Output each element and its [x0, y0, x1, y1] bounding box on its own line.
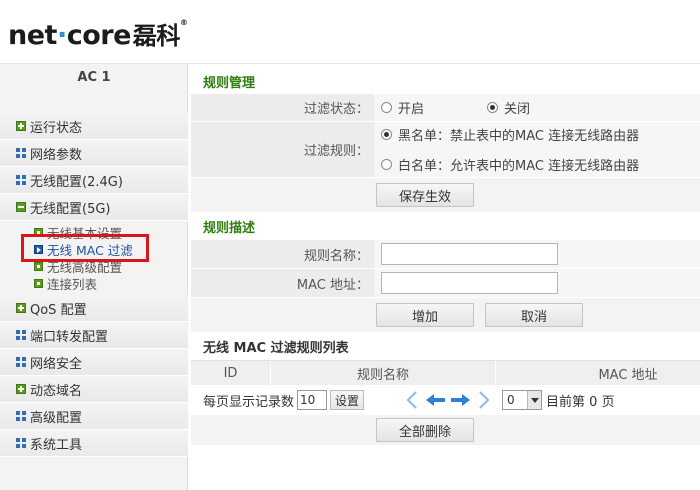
bullet-icon	[34, 279, 43, 288]
sidebar-subitem-mac-filter[interactable]: 无线 MAC 过滤	[0, 241, 188, 258]
netcore-logo: net·core磊科®	[8, 18, 188, 51]
rule-name-input[interactable]	[381, 243, 558, 265]
column-header-id: ID	[191, 361, 271, 385]
plus-icon	[16, 384, 26, 394]
sidebar-nav: 运行状态 网络参数 无线配置(2.4G) 无线配置(5G) 无线基本设置 无线 …	[0, 113, 188, 457]
filter-status-options: 开启 关闭	[374, 94, 700, 121]
save-apply-button[interactable]: 保存生效	[376, 183, 474, 207]
header: net·core磊科®	[0, 0, 700, 64]
sidebar-item-label: 无线配置(2.4G)	[30, 174, 123, 190]
sidebar-subitem-wireless-basic[interactable]: 无线基本设置	[0, 224, 188, 241]
column-header-rule-name: 规则名称	[271, 361, 496, 385]
save-button-row: 保存生效	[191, 178, 700, 212]
rule-name-row: 规则名称：	[191, 240, 700, 269]
sidebar-item-label: 端口转发配置	[30, 329, 109, 345]
bullet-icon	[34, 228, 43, 237]
filter-rule-row: 过滤规则： 黑名单：禁止表中的MAC 连接无线路由器 白名单：允许表中的MAC …	[191, 122, 700, 178]
sidebar-item-advanced[interactable]: 高级配置	[0, 403, 188, 430]
section-title-rule-desc: 规则描述	[191, 212, 700, 240]
rule-name-cell	[374, 240, 700, 268]
minus-icon	[16, 202, 26, 212]
mac-address-input[interactable]	[381, 272, 558, 294]
bullet-icon	[34, 262, 43, 271]
sidebar-item-security[interactable]: 网络安全	[0, 349, 188, 376]
column-header-mac: MAC 地址	[598, 367, 658, 383]
section-title-rules-mgmt: 规则管理	[191, 68, 700, 94]
sidebar-item-label: 无线配置(5G)	[30, 201, 111, 217]
add-button[interactable]: 增加	[376, 303, 474, 327]
sidebar-item-system-tools[interactable]: 系统工具	[0, 430, 188, 457]
sidebar-item-label: QoS 配置	[30, 302, 87, 318]
plus-icon	[16, 121, 26, 131]
next-page-icon[interactable]	[448, 394, 472, 406]
whitelist-radio[interactable]: 白名单：允许表中的MAC 连接无线路由器	[381, 155, 639, 174]
delete-all-row: 全部删除	[191, 415, 700, 445]
sidebar-subitem-connection-list[interactable]: 连接列表	[0, 275, 188, 292]
section-title-rule-list: 无线 MAC 过滤规则列表	[191, 332, 700, 360]
grid-icon	[16, 330, 26, 340]
main-panel: 规则管理 过滤状态： 开启 关闭 过滤规则： 黑名单：禁止表中的MAC 连接无线…	[191, 68, 700, 445]
filter-off-radio[interactable]: 关闭	[487, 98, 530, 117]
sidebar-item-wireless-5g[interactable]: 无线配置(5G)	[0, 194, 188, 221]
blacklist-radio[interactable]: 黑名单：禁止表中的MAC 连接无线路由器	[381, 125, 639, 144]
sidebar-item-wireless-24g[interactable]: 无线配置(2.4G)	[0, 167, 188, 194]
filter-on-radio[interactable]: 开启	[381, 98, 424, 117]
rule-name-label: 规则名称：	[191, 240, 374, 268]
filter-rule-options: 黑名单：禁止表中的MAC 连接无线路由器 白名单：允许表中的MAC 连接无线路由…	[374, 122, 700, 177]
filter-off-label: 关闭	[504, 102, 531, 117]
grid-icon	[16, 148, 26, 158]
plus-icon	[16, 303, 26, 313]
filter-status-label: 过滤状态：	[191, 94, 374, 121]
sidebar-item-status[interactable]: 运行状态	[0, 113, 188, 140]
page-select[interactable]: 0	[502, 390, 543, 410]
radio-icon	[381, 102, 392, 113]
set-per-page-button[interactable]: 设置	[330, 390, 365, 410]
filter-status-row: 过滤状态： 开启 关闭	[191, 94, 700, 122]
mac-address-label: MAC 地址：	[191, 269, 374, 297]
arrow-bullet-icon	[34, 245, 43, 254]
first-page-icon[interactable]	[400, 391, 424, 409]
per-page-label: 每页显示记录数	[203, 394, 295, 410]
sidebar-item-label: 网络参数	[30, 147, 83, 163]
sidebar-item-label: 系统工具	[30, 437, 83, 453]
per-page-input[interactable]: 10	[297, 390, 328, 410]
grid-icon	[16, 411, 26, 421]
sidebar-item-label: 网络安全	[30, 356, 83, 372]
sidebar-item-ddns[interactable]: 动态域名	[0, 376, 188, 403]
sidebar-item-qos[interactable]: QoS 配置	[0, 295, 188, 322]
chevron-down-icon	[527, 391, 542, 409]
filter-on-label: 开启	[398, 102, 425, 117]
last-page-icon[interactable]	[472, 391, 496, 409]
radio-selected-icon	[381, 129, 392, 140]
grid-icon	[16, 175, 26, 185]
mac-address-cell	[374, 269, 700, 297]
current-page-text: 目前第 0 页	[546, 394, 615, 410]
sidebar-subitem-label: 连接列表	[47, 277, 98, 292]
device-name: AC 1	[77, 70, 111, 85]
filter-rule-label: 过滤规则：	[191, 122, 374, 177]
sidebar: AC 1 运行状态 网络参数 无线配置(2.4G) 无线配置(5G) 无线基本设…	[0, 64, 188, 490]
radio-selected-icon	[487, 102, 499, 113]
sidebar-item-network[interactable]: 网络参数	[0, 140, 188, 167]
sidebar-subitem-wireless-advanced[interactable]: 无线高级配置	[0, 258, 188, 275]
pagination-bar: 每页显示记录数 10 设置 0 目前第 0 页	[191, 385, 700, 415]
blacklist-label: 黑名单：禁止表中的MAC 连接无线路由器	[398, 129, 640, 144]
radio-icon	[381, 159, 392, 170]
grid-icon	[16, 438, 26, 448]
rule-desc-button-row: 增加 取消	[191, 298, 700, 332]
cancel-button[interactable]: 取消	[485, 303, 583, 327]
sidebar-item-label: 运行状态	[30, 120, 83, 136]
grid-icon	[16, 357, 26, 367]
whitelist-label: 白名单：允许表中的MAC 连接无线路由器	[398, 159, 640, 174]
sidebar-item-port-forward[interactable]: 端口转发配置	[0, 322, 188, 349]
sidebar-item-label: 高级配置	[30, 410, 83, 426]
mac-address-row: MAC 地址：	[191, 269, 700, 298]
page-select-value: 0	[507, 393, 515, 407]
delete-all-button[interactable]: 全部删除	[376, 418, 474, 442]
rule-list-table-header: ID 规则名称 MAC 地址	[191, 360, 700, 385]
prev-page-icon[interactable]	[424, 394, 448, 406]
sidebar-item-label: 动态域名	[30, 383, 83, 399]
